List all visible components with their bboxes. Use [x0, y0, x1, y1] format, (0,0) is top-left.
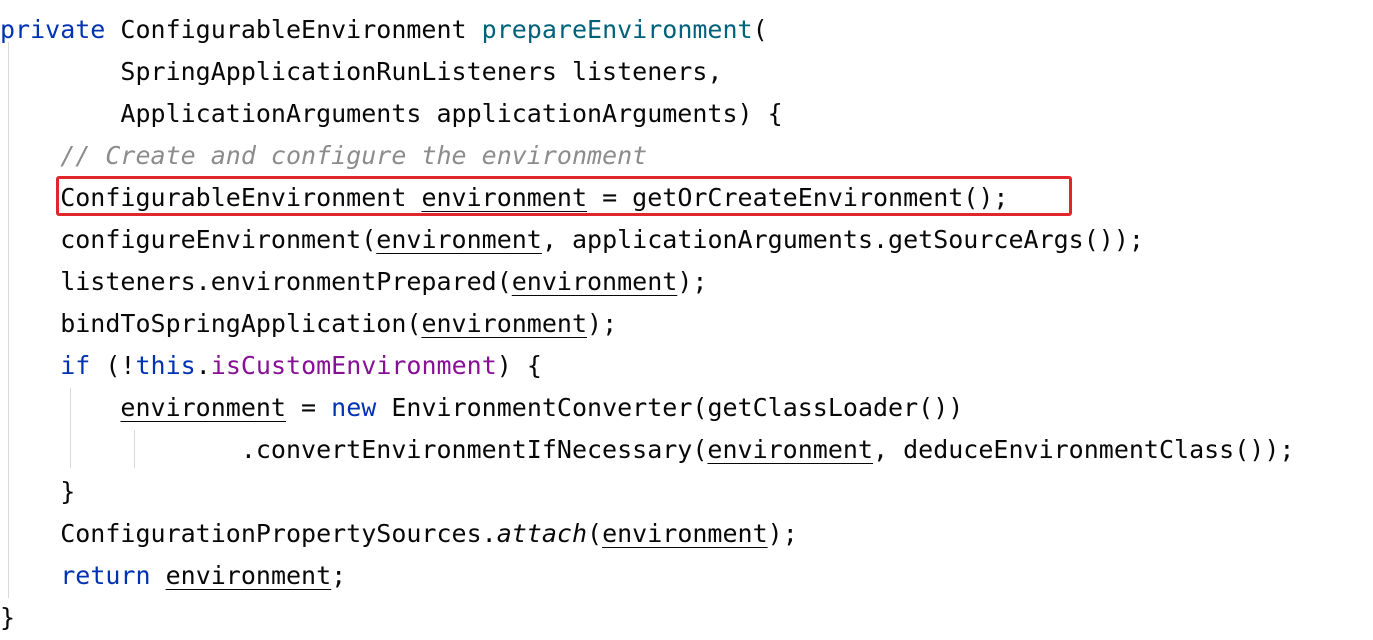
- code-token: listeners.environmentPrepared(: [0, 267, 512, 296]
- code-token: (: [587, 519, 603, 548]
- code-token: this: [135, 351, 196, 380]
- code-token: private: [0, 15, 106, 44]
- code-token: , applicationArguments.getSourceArgs());: [541, 225, 1144, 254]
- code-line[interactable]: .convertEnvironmentIfNecessary(environme…: [0, 429, 1295, 471]
- code-token: );: [677, 267, 708, 296]
- code-token: }: [0, 603, 16, 632]
- code-token: return: [60, 561, 151, 590]
- code-line[interactable]: ApplicationArguments applicationArgument…: [0, 93, 783, 135]
- code-token: SpringApplicationRunListeners listeners,: [0, 57, 723, 86]
- code-line[interactable]: listeners.environmentPrepared(environmen…: [0, 261, 707, 303]
- variable-token: environment: [511, 267, 678, 296]
- code-token: =: [286, 393, 332, 422]
- code-token: prepareEnvironment: [481, 15, 753, 44]
- code-token: ) {: [496, 351, 542, 380]
- code-token: ConfigurableEnvironment: [105, 15, 482, 44]
- code-line[interactable]: // Create and configure the environment: [0, 135, 647, 177]
- code-token: // Create and configure the environment: [60, 141, 648, 170]
- code-token: ApplicationArguments applicationArgument…: [0, 99, 783, 128]
- code-line[interactable]: if (!this.isCustomEnvironment) {: [0, 345, 542, 387]
- code-line[interactable]: bindToSpringApplication(environment);: [0, 303, 617, 345]
- code-line[interactable]: environment = new EnvironmentConverter(g…: [0, 387, 963, 429]
- code-line[interactable]: configureEnvironment(environment, applic…: [0, 219, 1144, 261]
- code-token: ;: [331, 561, 347, 590]
- variable-token: environment: [165, 561, 332, 590]
- code-token: }: [0, 477, 76, 506]
- code-token: configureEnvironment(: [0, 225, 377, 254]
- code-token: (: [752, 15, 768, 44]
- code-token: .: [195, 351, 211, 380]
- code-token: if: [60, 351, 91, 380]
- code-line[interactable]: ConfigurationPropertySources.attach(envi…: [0, 513, 798, 555]
- code-token: new: [331, 393, 377, 422]
- code-editor[interactable]: private ConfigurableEnvironment prepareE…: [0, 0, 1373, 640]
- code-token: isCustomEnvironment: [210, 351, 497, 380]
- variable-token: environment: [421, 309, 588, 338]
- variable-token: environment: [707, 435, 873, 464]
- code-token: .convertEnvironmentIfNecessary(: [0, 435, 708, 464]
- highlight-box: [56, 176, 1072, 216]
- code-line[interactable]: }: [0, 597, 15, 639]
- code-token: EnvironmentConverter(getClassLoader()): [376, 393, 964, 422]
- code-token: ConfigurationPropertySources.: [0, 519, 497, 548]
- code-line[interactable]: }: [0, 471, 75, 513]
- code-line[interactable]: private ConfigurableEnvironment prepareE…: [0, 9, 768, 51]
- code-token: , deduceEnvironmentClass());: [873, 435, 1295, 464]
- code-token: );: [767, 519, 798, 548]
- code-token: (!: [90, 351, 136, 380]
- code-token: attach: [496, 519, 588, 548]
- code-line[interactable]: return environment;: [0, 555, 346, 597]
- variable-token: environment: [602, 519, 768, 548]
- code-token: );: [587, 309, 618, 338]
- code-token: bindToSpringApplication(: [0, 309, 422, 338]
- variable-token: environment: [376, 225, 542, 254]
- code-line[interactable]: SpringApplicationRunListeners listeners,: [0, 51, 722, 93]
- variable-token: environment: [120, 393, 286, 422]
